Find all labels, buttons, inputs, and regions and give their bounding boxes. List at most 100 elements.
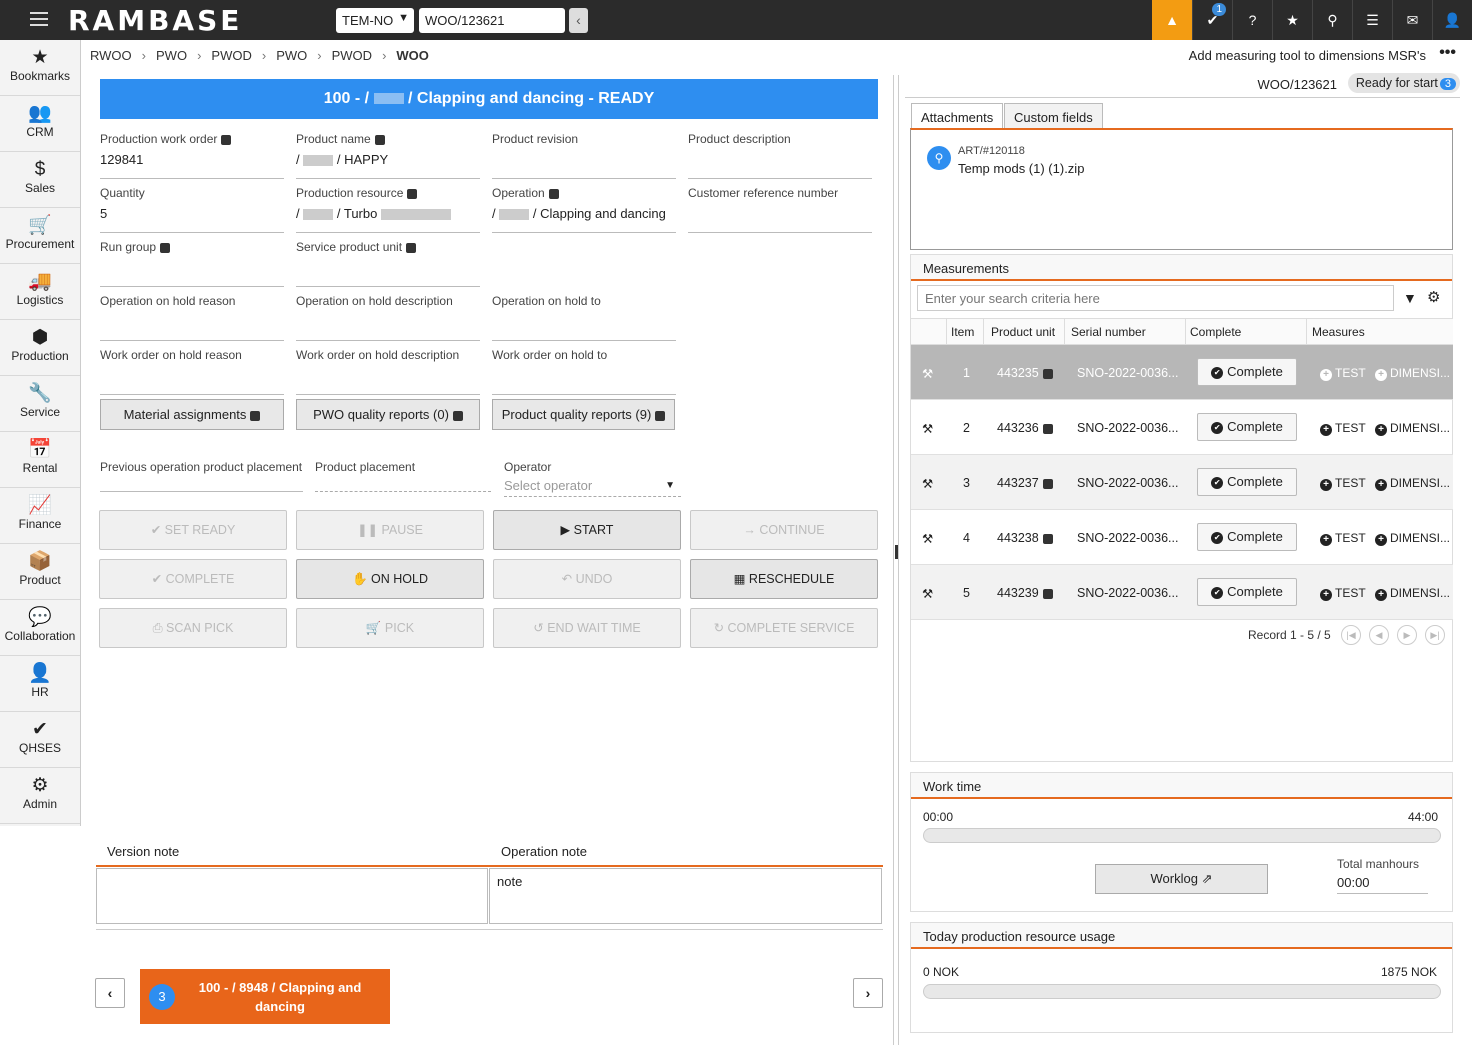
breadcrumb-item[interactable]: PWOD — [211, 48, 251, 63]
open-link-icon[interactable] — [1042, 478, 1053, 489]
complete-row-button[interactable]: Complete — [1197, 523, 1297, 551]
sidebar-item-finance[interactable]: 📈 Finance — [0, 488, 80, 544]
complete-row-button[interactable]: Complete — [1197, 413, 1297, 441]
tab-custom-fields[interactable]: Custom fields — [1004, 103, 1103, 130]
on-hold-button[interactable]: ✋ ON HOLD — [296, 559, 484, 599]
pwo-field[interactable]: Production work order 129841 — [100, 132, 284, 179]
breadcrumb-item[interactable]: PWO — [276, 48, 307, 63]
header-complete[interactable]: Complete — [1186, 318, 1307, 345]
open-link-icon[interactable] — [221, 134, 232, 145]
user-icon[interactable]: 👤 — [1432, 0, 1472, 40]
end-wait-time-button[interactable]: ↺ END WAIT TIME — [493, 608, 681, 648]
first-page-icon[interactable]: |◀ — [1341, 625, 1361, 645]
sidebar-item-logistics[interactable]: 🚚 Logistics — [0, 264, 80, 320]
prev-operation-button[interactable]: ‹ — [95, 978, 125, 1008]
scan-pick-button[interactable]: ⎙ SCAN PICK — [99, 608, 287, 648]
wo-hold-reason-field[interactable]: Work order on hold reason — [100, 348, 284, 395]
measure-dimension-button[interactable]: + DIMENSI... — [1375, 586, 1450, 601]
sidebar-item-production[interactable]: ⬢ Production — [0, 320, 80, 376]
breadcrumb-item[interactable]: RWOO — [90, 48, 132, 63]
prev-page-icon[interactable]: ◀ — [1369, 625, 1389, 645]
product-revision-field[interactable]: Product revision — [492, 132, 676, 179]
wo-hold-to-field[interactable]: Work order on hold to — [492, 348, 676, 395]
product-quality-reports-button[interactable]: Product quality reports (9) — [492, 399, 675, 430]
header-item[interactable]: Item — [947, 318, 984, 345]
product-name-field[interactable]: Product name / / HAPPY — [296, 132, 480, 179]
worklog-button[interactable]: Worklog ⇗ — [1095, 864, 1268, 894]
prev-placement-field[interactable]: Previous operation product placement — [100, 460, 303, 492]
open-link-icon[interactable] — [160, 242, 171, 253]
warning-icon[interactable]: ▲ — [1152, 0, 1192, 40]
product-placement-field[interactable]: Product placement — [315, 460, 491, 492]
measure-test-button[interactable]: + TEST — [1320, 531, 1366, 546]
product-unit-cell[interactable]: 443239 — [997, 586, 1053, 600]
breadcrumb-item[interactable]: PWOD — [332, 48, 372, 63]
operator-select[interactable]: Operator Select operator ▼ — [504, 460, 681, 497]
product-unit-cell[interactable]: 443238 — [997, 531, 1053, 545]
product-unit-cell[interactable]: 443235 — [997, 366, 1053, 380]
status-badge[interactable]: Ready for start 3 — [1347, 73, 1460, 93]
material-assignments-button[interactable]: Material assignments — [100, 399, 284, 430]
company-select[interactable]: TEM-NO ▼ — [336, 8, 414, 33]
measure-dimension-button[interactable]: + DIMENSI... — [1375, 476, 1450, 491]
complete-button[interactable]: ✔ COMPLETE — [99, 559, 287, 599]
sidebar-item-product[interactable]: 📦 Product — [0, 544, 80, 600]
header-product-unit[interactable]: Product unit — [984, 318, 1065, 345]
mail-icon[interactable]: ✉ — [1392, 0, 1432, 40]
pick-button[interactable]: 🛒 PICK — [296, 608, 484, 648]
tools-icon[interactable]: ⚒ — [922, 476, 933, 491]
sidebar-item-bookmarks[interactable]: ★ Bookmarks — [0, 40, 80, 96]
table-row[interactable]: ⚒4443238SNO-2022-0036...Complete+TEST+DI… — [911, 510, 1453, 565]
reschedule-button[interactable]: ▦ RESCHEDULE — [690, 559, 878, 599]
product-description-field[interactable]: Product description — [688, 132, 872, 179]
tools-icon[interactable]: ⚒ — [922, 531, 933, 546]
measure-dimension-button[interactable]: + DIMENSI... — [1375, 421, 1450, 436]
measure-dimension-button[interactable]: + DIMENSI... — [1375, 366, 1450, 381]
product-unit-cell[interactable]: 443237 — [997, 476, 1053, 490]
tools-icon[interactable]: ⚒ — [922, 366, 933, 381]
open-link-icon[interactable] — [374, 134, 385, 145]
hamburger-menu-icon[interactable] — [30, 12, 48, 26]
op-hold-reason-field[interactable]: Operation on hold reason — [100, 294, 284, 341]
more-icon[interactable]: ••• — [1439, 44, 1456, 62]
pwo-quality-reports-button[interactable]: PWO quality reports (0) — [296, 399, 480, 430]
star-icon[interactable]: ★ — [1272, 0, 1312, 40]
production-resource-field[interactable]: Production resource / / Turbo — [296, 186, 480, 233]
run-group-field[interactable]: Run group — [100, 240, 284, 287]
complete-row-button[interactable]: Complete — [1197, 358, 1297, 386]
tools-icon[interactable]: ⚒ — [922, 586, 933, 601]
operation-field[interactable]: Operation / / Clapping and dancing — [492, 186, 676, 233]
open-link-icon[interactable] — [407, 188, 418, 199]
continue-button[interactable]: → CONTINUE — [690, 510, 878, 550]
table-row[interactable]: ⚒5443239SNO-2022-0036...Complete+TEST+DI… — [911, 565, 1453, 620]
start-button[interactable]: ▶ START — [493, 510, 681, 550]
measure-test-button[interactable]: + TEST — [1320, 366, 1366, 381]
pause-button[interactable]: ❚❚ PAUSE — [296, 510, 484, 550]
measure-test-button[interactable]: + TEST — [1320, 586, 1366, 601]
complete-row-button[interactable]: Complete — [1197, 578, 1297, 606]
splitter-handle[interactable] — [893, 75, 899, 1045]
next-operation-button[interactable]: › — [853, 978, 883, 1008]
version-note-field[interactable] — [96, 868, 488, 924]
tab-attachments[interactable]: Attachments — [911, 103, 1004, 130]
paperclip-icon[interactable]: ⚲ — [1312, 0, 1352, 40]
table-row[interactable]: ⚒3443237SNO-2022-0036...Complete+TEST+DI… — [911, 455, 1453, 510]
tasks-icon[interactable]: ✔ 1 — [1192, 0, 1232, 40]
customer-reference-field[interactable]: Customer reference number — [688, 186, 872, 233]
sidebar-item-crm[interactable]: 👥 CRM — [0, 96, 80, 152]
measure-test-button[interactable]: + TEST — [1320, 421, 1366, 436]
tools-icon[interactable]: ⚒ — [922, 421, 933, 436]
gear-icon[interactable]: ⚙ — [1427, 288, 1440, 306]
open-link-icon[interactable] — [1042, 368, 1053, 379]
filter-icon[interactable]: ▼ — [1403, 290, 1417, 306]
table-row[interactable]: ⚒2443236SNO-2022-0036...Complete+TEST+DI… — [911, 400, 1453, 455]
help-icon[interactable]: ? — [1232, 0, 1272, 40]
sidebar-item-admin[interactable]: ⚙ Admin — [0, 768, 80, 824]
header-measures[interactable]: Measures — [1307, 318, 1453, 345]
table-row[interactable]: ⚒1443235SNO-2022-0036...Complete+TEST+DI… — [911, 345, 1453, 400]
set-ready-button[interactable]: ✔ SET READY — [99, 510, 287, 550]
list-icon[interactable]: ☰ — [1352, 0, 1392, 40]
attachment-ref[interactable]: ART/#120118 — [958, 145, 1025, 157]
next-page-icon[interactable]: ▶ — [1397, 625, 1417, 645]
sidebar-item-service[interactable]: 🔧 Service — [0, 376, 80, 432]
